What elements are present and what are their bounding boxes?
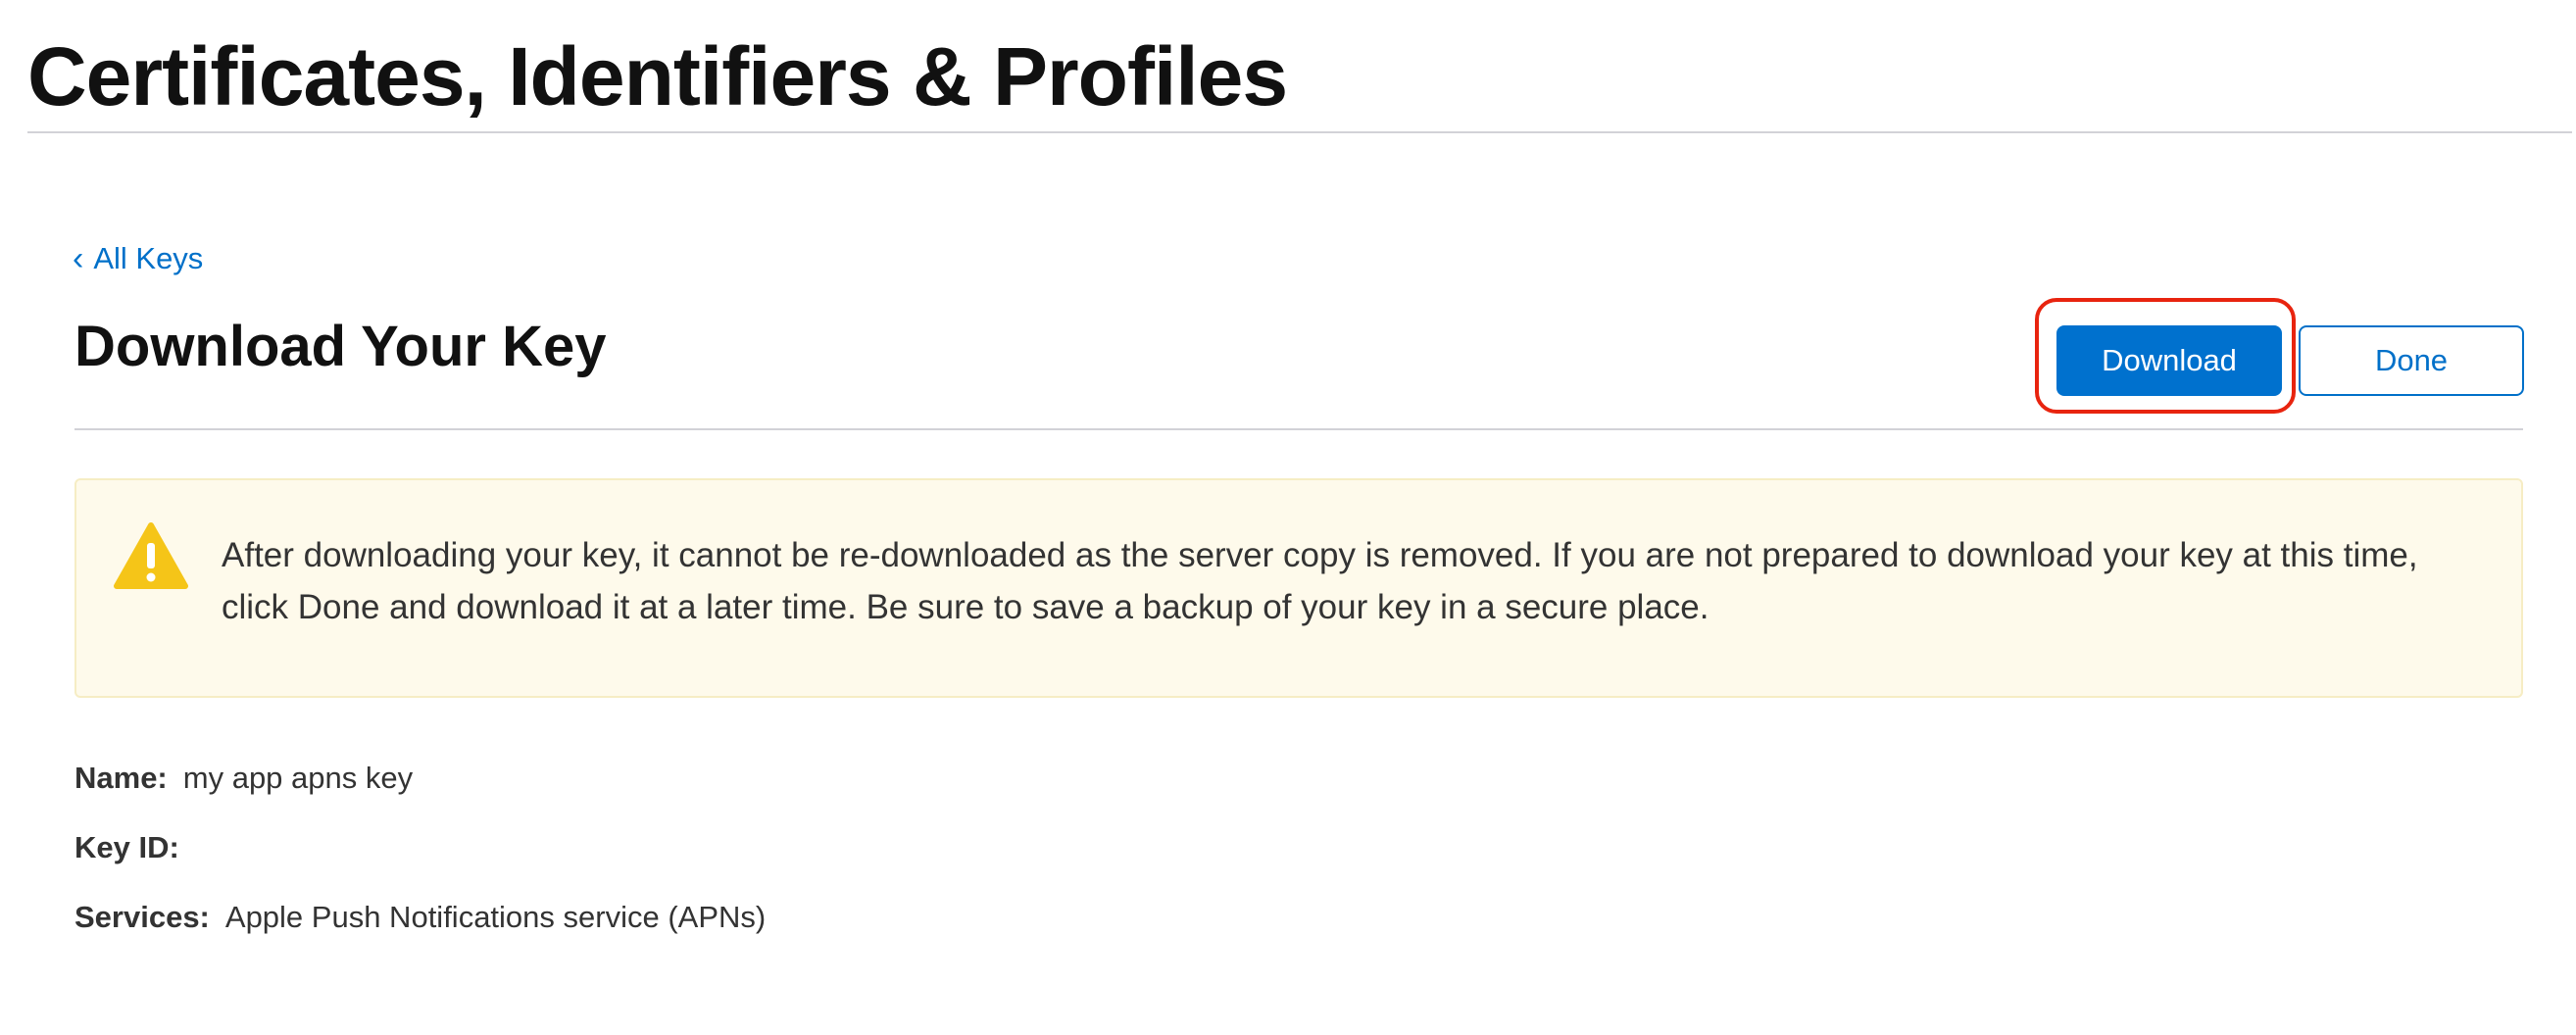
services-value: Apple Push Notifications service (APNs) [224,900,767,934]
page-header: Certificates, Identifiers & Profiles [27,29,2572,133]
notice-text: After downloading your key, it cannot be… [222,536,2418,626]
name-value: my app apns key [182,761,414,795]
page-title: Certificates, Identifiers & Profiles [27,30,1288,123]
warning-triangle-icon [114,522,188,589]
key-id-label: Key ID: [74,830,179,864]
warning-notice: After downloading your key, it cannot be… [74,478,2523,698]
detail-row-name: Name: my app apns key [74,761,413,796]
done-button[interactable]: Done [2299,325,2524,396]
download-button[interactable]: Download [2056,325,2282,396]
detail-row-services: Services: Apple Push Notifications servic… [74,900,766,935]
section-title: Download Your Key [74,315,607,378]
chevron-left-icon: ‹ [73,240,84,277]
services-label: Services: [74,900,210,934]
name-label: Name: [74,761,168,795]
detail-row-key-id: Key ID: [74,830,195,865]
back-to-all-keys-link[interactable]: ‹ All Keys [73,241,203,276]
back-link-label: All Keys [93,241,204,275]
section-divider [74,428,2523,430]
